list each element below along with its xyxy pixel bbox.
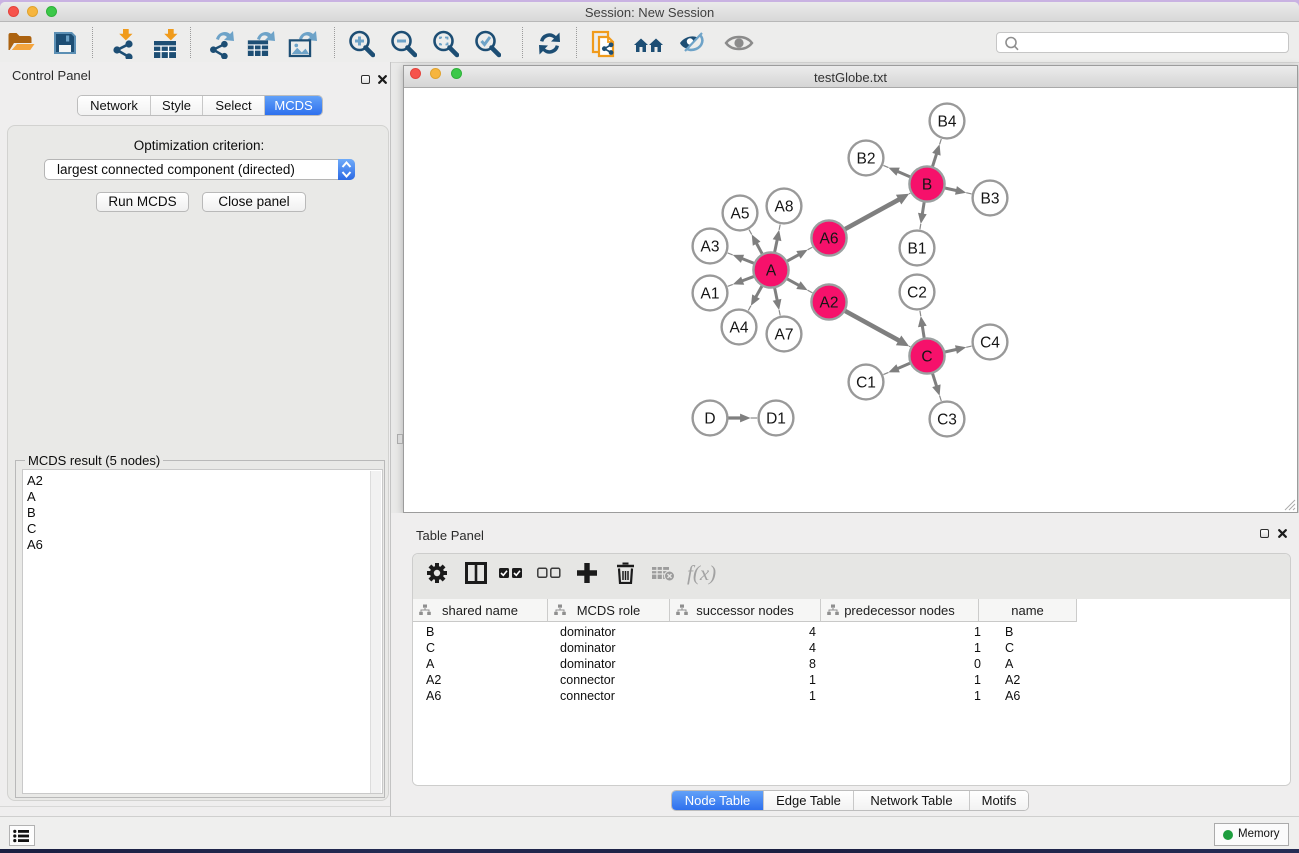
svg-text:C1: C1 (856, 375, 876, 392)
svg-text:B4: B4 (938, 114, 957, 131)
svg-text:C2: C2 (907, 285, 927, 302)
svg-text:A4: A4 (730, 320, 749, 337)
svg-text:C3: C3 (937, 412, 957, 429)
svg-text:C4: C4 (980, 335, 1000, 352)
svg-text:A8: A8 (775, 199, 794, 216)
svg-text:B3: B3 (981, 191, 1000, 208)
svg-text:B1: B1 (908, 241, 927, 258)
svg-text:A1: A1 (701, 286, 720, 303)
svg-text:A6: A6 (820, 231, 839, 248)
svg-text:D1: D1 (766, 411, 786, 428)
svg-text:B2: B2 (857, 151, 876, 168)
svg-text:A2: A2 (820, 295, 839, 312)
svg-text:C: C (921, 349, 932, 366)
svg-text:B: B (922, 177, 932, 194)
svg-text:A5: A5 (731, 206, 750, 223)
svg-text:A7: A7 (775, 327, 794, 344)
svg-text:D: D (704, 411, 715, 428)
svg-text:A: A (766, 263, 777, 280)
svg-text:A3: A3 (701, 239, 720, 256)
